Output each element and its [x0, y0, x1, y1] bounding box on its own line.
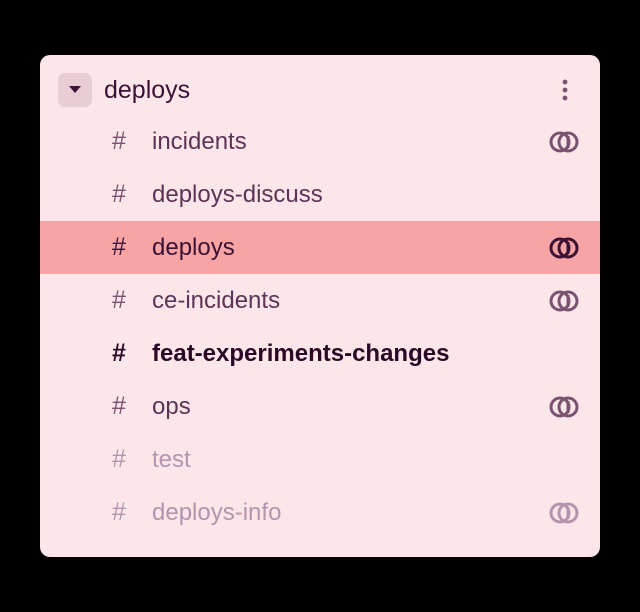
channel-section-panel: deploys # incidents # deploys-discuss # depl…	[40, 55, 600, 557]
channel-name: deploys-discuss	[152, 181, 546, 209]
channel-item[interactable]: # deploys-discuss	[40, 168, 600, 221]
channel-item[interactable]: # incidents	[40, 115, 600, 168]
channel-thread-indicator	[546, 236, 582, 260]
channel-item[interactable]: # deploys-info	[40, 486, 600, 539]
channel-thread-indicator	[546, 289, 582, 313]
hash-icon: #	[104, 127, 134, 156]
channel-thread-indicator	[546, 130, 582, 154]
channel-item[interactable]: # feat-experiments-changes	[40, 327, 600, 380]
channel-name: feat-experiments-changes	[152, 340, 546, 368]
hash-icon: #	[104, 445, 134, 474]
more-vertical-icon	[562, 78, 568, 102]
section-more-button[interactable]	[548, 73, 582, 107]
channel-item[interactable]: # deploys	[40, 221, 600, 274]
channel-name: test	[152, 446, 546, 474]
channel-item[interactable]: # test	[40, 433, 600, 486]
channel-thread-indicator	[546, 501, 582, 525]
channel-thread-indicator	[546, 395, 582, 419]
channel-name: deploys	[152, 234, 546, 262]
channel-list: # incidents # deploys-discuss # deploys # ce-…	[40, 115, 600, 539]
channel-item[interactable]: # ops	[40, 380, 600, 433]
hash-icon: #	[104, 339, 134, 368]
hash-icon: #	[104, 286, 134, 315]
channel-name: ops	[152, 393, 546, 421]
hash-icon: #	[104, 498, 134, 527]
section-header: deploys	[40, 73, 600, 115]
threads-icon	[549, 289, 579, 313]
threads-icon	[549, 395, 579, 419]
channel-name: incidents	[152, 128, 546, 156]
hash-icon: #	[104, 233, 134, 262]
threads-icon	[549, 236, 579, 260]
section-title: deploys	[104, 76, 548, 105]
caret-down-icon	[68, 85, 82, 95]
hash-icon: #	[104, 180, 134, 209]
channel-item[interactable]: # ce-incidents	[40, 274, 600, 327]
threads-icon	[549, 130, 579, 154]
section-collapse-button[interactable]	[58, 73, 92, 107]
hash-icon: #	[104, 392, 134, 421]
threads-icon	[549, 501, 579, 525]
channel-name: deploys-info	[152, 499, 546, 527]
channel-name: ce-incidents	[152, 287, 546, 315]
